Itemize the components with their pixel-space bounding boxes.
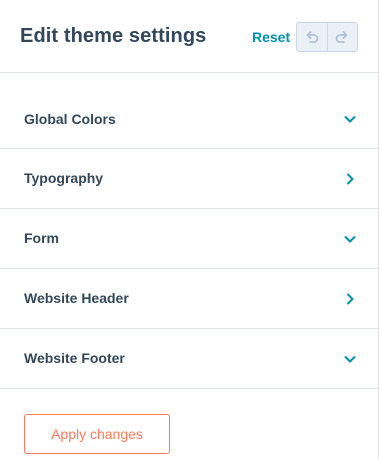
chevron-down-icon [344, 116, 356, 123]
apply-changes-button[interactable]: Apply changes [24, 414, 170, 454]
chevron-down-icon [344, 236, 356, 243]
section-form[interactable]: Form [0, 209, 378, 269]
theme-settings-panel: Edit theme settings Reset Global Colors [0, 0, 379, 459]
redo-button[interactable] [326, 23, 358, 51]
page-title: Edit theme settings [20, 25, 207, 47]
redo-icon [335, 31, 348, 43]
undo-redo-group [296, 22, 358, 52]
chevron-right-icon [347, 293, 354, 305]
section-label: Typography [24, 170, 104, 186]
section-typography[interactable]: Typography [0, 149, 378, 209]
chevron-down-icon [344, 356, 356, 363]
settings-sections: Global Colors Typography Form Website He… [0, 73, 378, 389]
section-label: Website Header [24, 290, 129, 306]
panel-header: Edit theme settings Reset [0, 0, 378, 73]
section-label: Global Colors [24, 111, 116, 127]
undo-button[interactable] [297, 23, 327, 51]
section-label: Website Footer [24, 350, 125, 366]
section-label: Form [24, 230, 59, 246]
section-website-header[interactable]: Website Header [0, 269, 378, 329]
chevron-right-icon [347, 173, 354, 185]
section-global-colors[interactable]: Global Colors [0, 73, 378, 149]
undo-icon [306, 31, 319, 43]
reset-link[interactable]: Reset [252, 29, 290, 45]
section-website-footer[interactable]: Website Footer [0, 329, 378, 389]
